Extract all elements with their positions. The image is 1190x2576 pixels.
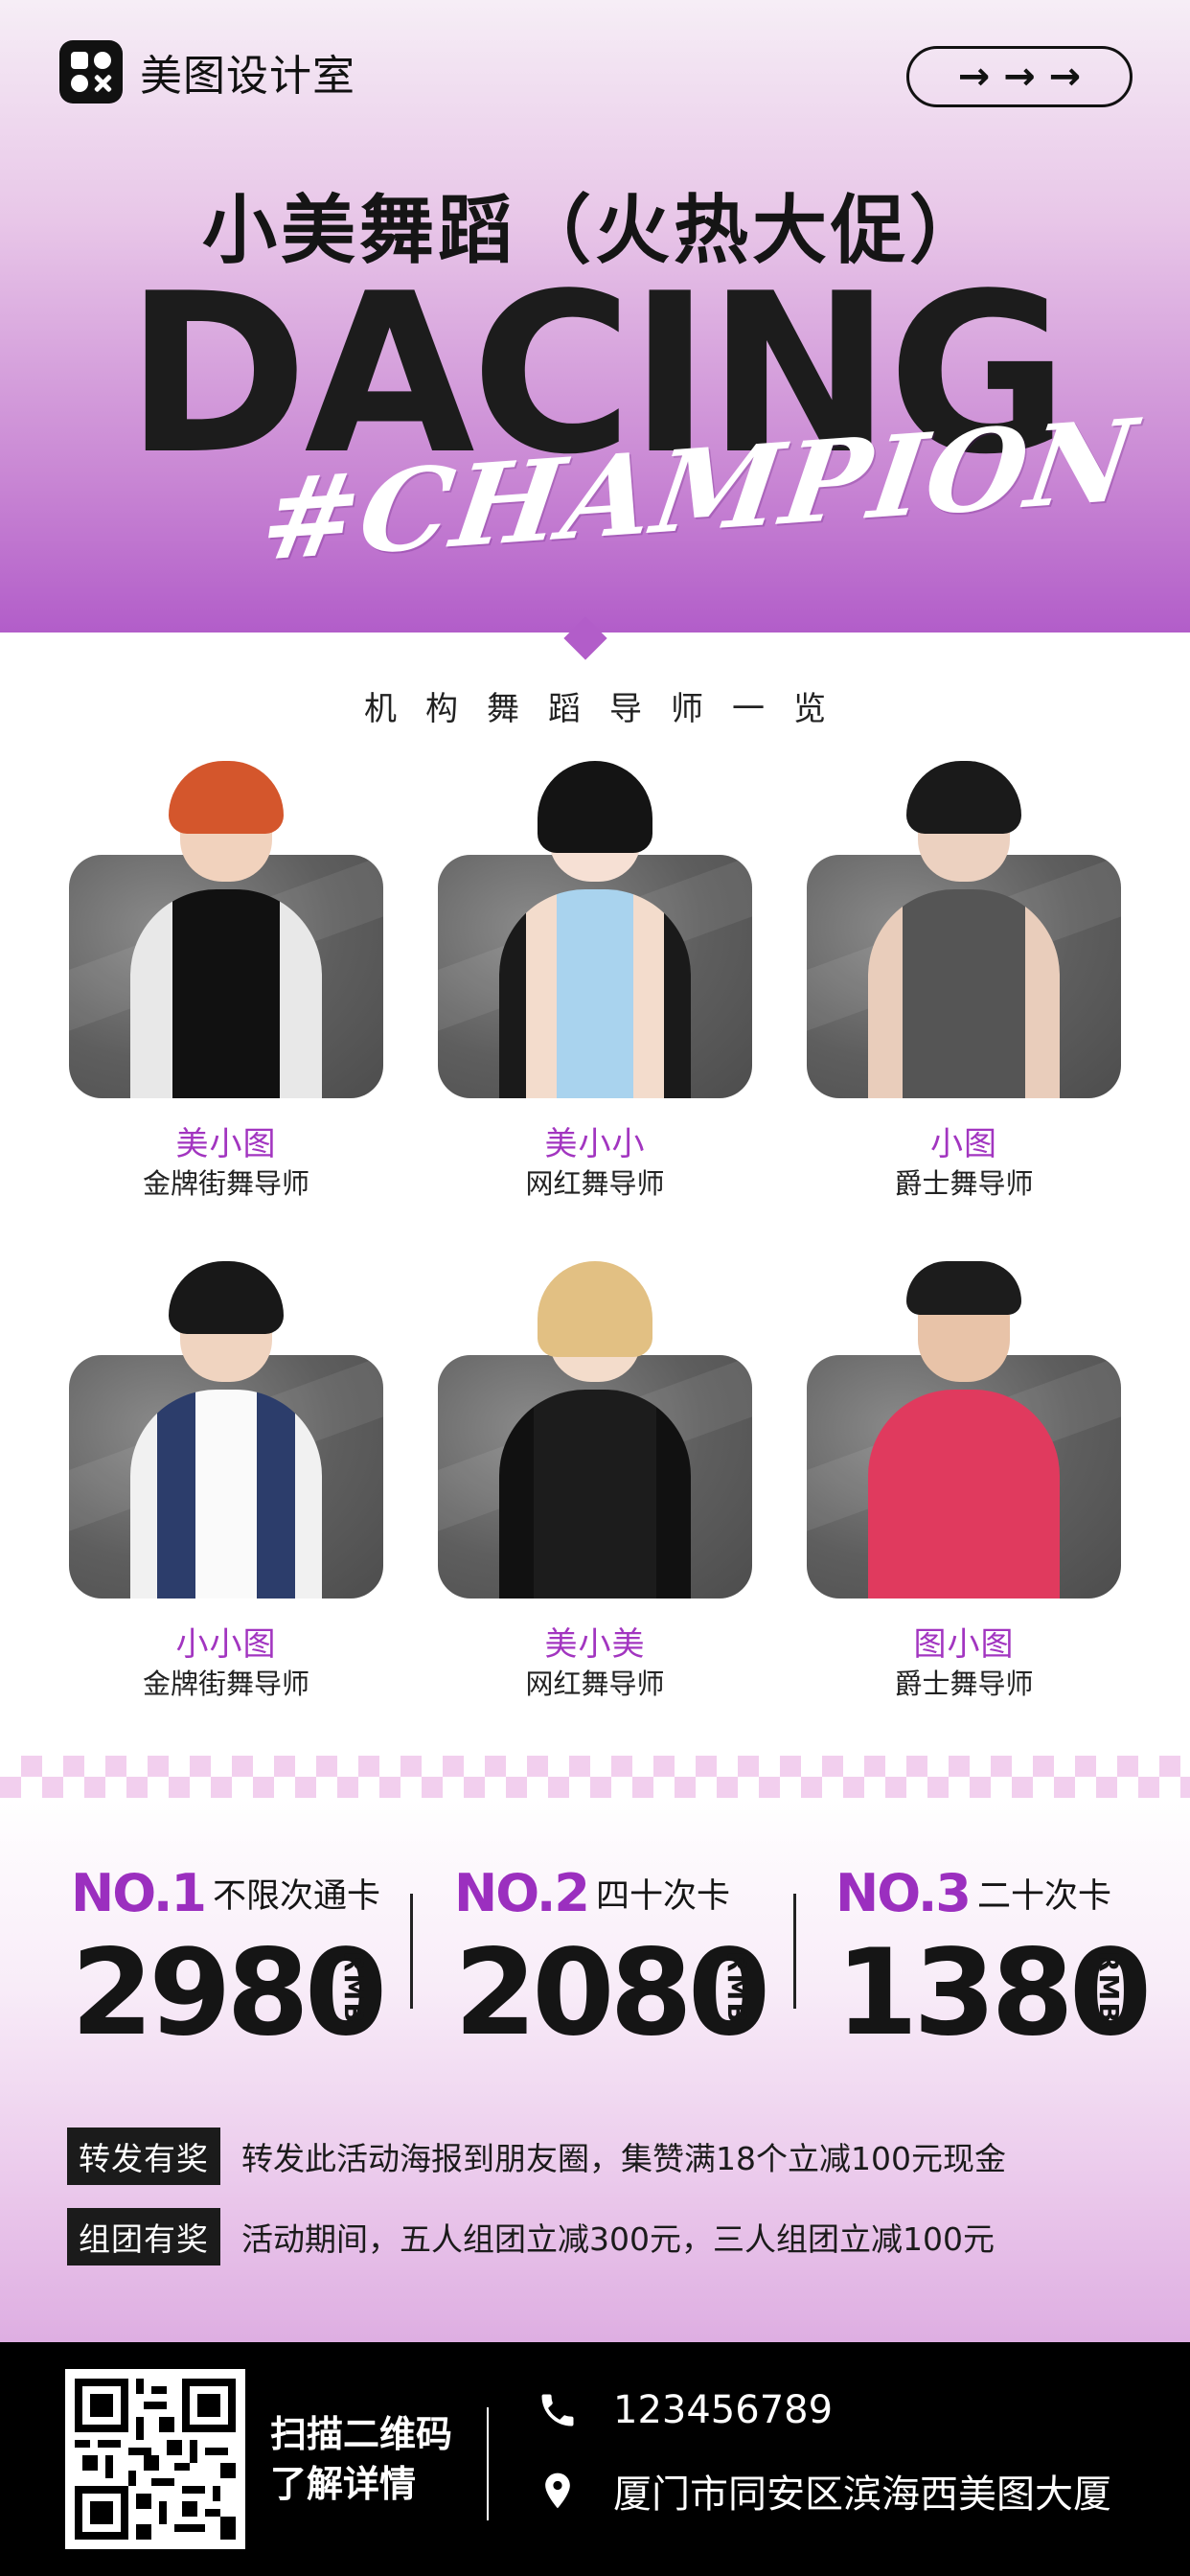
instructor-name: 小图 (930, 1125, 997, 1163)
promo-tag: 转发有奖 (67, 2128, 220, 2185)
price-divider (410, 1894, 413, 2009)
promo-row-group: 组团有奖 活动期间，五人组团立减300元，三人组团立减100元 (67, 2208, 995, 2266)
price-unit: RMB (338, 1951, 370, 2025)
scan-line-1: 扫描二维码 (270, 2413, 453, 2455)
address-row[interactable]: 厦门市同安区滨海西美图大厦 (537, 2463, 1111, 2518)
price-amount: 2980 (71, 1924, 387, 2062)
phone-number: 123456789 (613, 2388, 834, 2432)
phone-row[interactable]: 123456789 (537, 2388, 833, 2432)
promo-text: 活动期间，五人组团立减300元，三人组团立减100元 (241, 2220, 995, 2258)
scan-text: 扫描二维码 了解详情 (270, 2409, 452, 2509)
instructor-photo (490, 1261, 700, 1598)
price-amount: 2080 (454, 1924, 770, 2062)
price-unit: RMB (721, 1951, 753, 2025)
instructor-name: 美小小 (544, 1125, 646, 1163)
price-name: 四十次卡 (596, 1877, 731, 1916)
promo-tag: 组团有奖 (67, 2208, 220, 2266)
instructor-name: 美小图 (175, 1125, 277, 1163)
instructor-photo (490, 761, 700, 1098)
price-name: 不限次通卡 (213, 1877, 381, 1916)
promo-row-share: 转发有奖 转发此活动海报到朋友圈，集赞满18个立减100元现金 (67, 2128, 1006, 2185)
instructor-photo (858, 1261, 1069, 1598)
price-name: 二十次卡 (977, 1877, 1112, 1916)
instructor-name: 图小图 (913, 1625, 1015, 1664)
location-pin-icon (545, 2472, 570, 2509)
price-card-2[interactable]: NO.2 四十次卡 2080 RMB (454, 1863, 799, 2060)
instructor-role: 金牌街舞导师 (142, 1167, 309, 1200)
address-text: 厦门市同安区滨海西美图大厦 (613, 2472, 1111, 2517)
price-unit: RMB (1093, 1951, 1125, 2025)
footer: 扫描二维码 了解详情 123456789 厦门市同安区滨海西美图大厦 (0, 2342, 1190, 2576)
instructor-role: 爵士舞导师 (894, 1167, 1034, 1200)
instructor-photo (121, 761, 332, 1098)
instructor-photo (858, 761, 1069, 1098)
promo-text: 转发此活动海报到朋友圈，集赞满18个立减100元现金 (241, 2140, 1006, 2177)
instructor-role: 网红舞导师 (525, 1167, 665, 1200)
instructor-role: 爵士舞导师 (894, 1668, 1034, 1700)
price-card-3[interactable]: NO.3 二十次卡 1380 RMB (835, 1863, 1180, 2060)
instructor-role: 金牌街舞导师 (142, 1668, 309, 1700)
scan-line-2: 了解详情 (270, 2463, 417, 2505)
price-rank: NO.2 (454, 1863, 590, 1923)
price-rank: NO.3 (835, 1863, 972, 1923)
instructor-role: 网红舞导师 (525, 1668, 665, 1700)
checker-divider (0, 1756, 1190, 1798)
instructor-name: 美小美 (544, 1625, 646, 1664)
phone-icon (541, 2394, 574, 2426)
price-rank: NO.1 (71, 1863, 207, 1923)
instructor-photo (121, 1261, 332, 1598)
qr-code-icon[interactable] (65, 2369, 245, 2549)
instructor-name: 小小图 (175, 1625, 277, 1664)
price-divider (793, 1894, 796, 2009)
price-card-1[interactable]: NO.1 不限次通卡 2980 RMB (71, 1863, 416, 2060)
footer-divider (487, 2407, 489, 2520)
